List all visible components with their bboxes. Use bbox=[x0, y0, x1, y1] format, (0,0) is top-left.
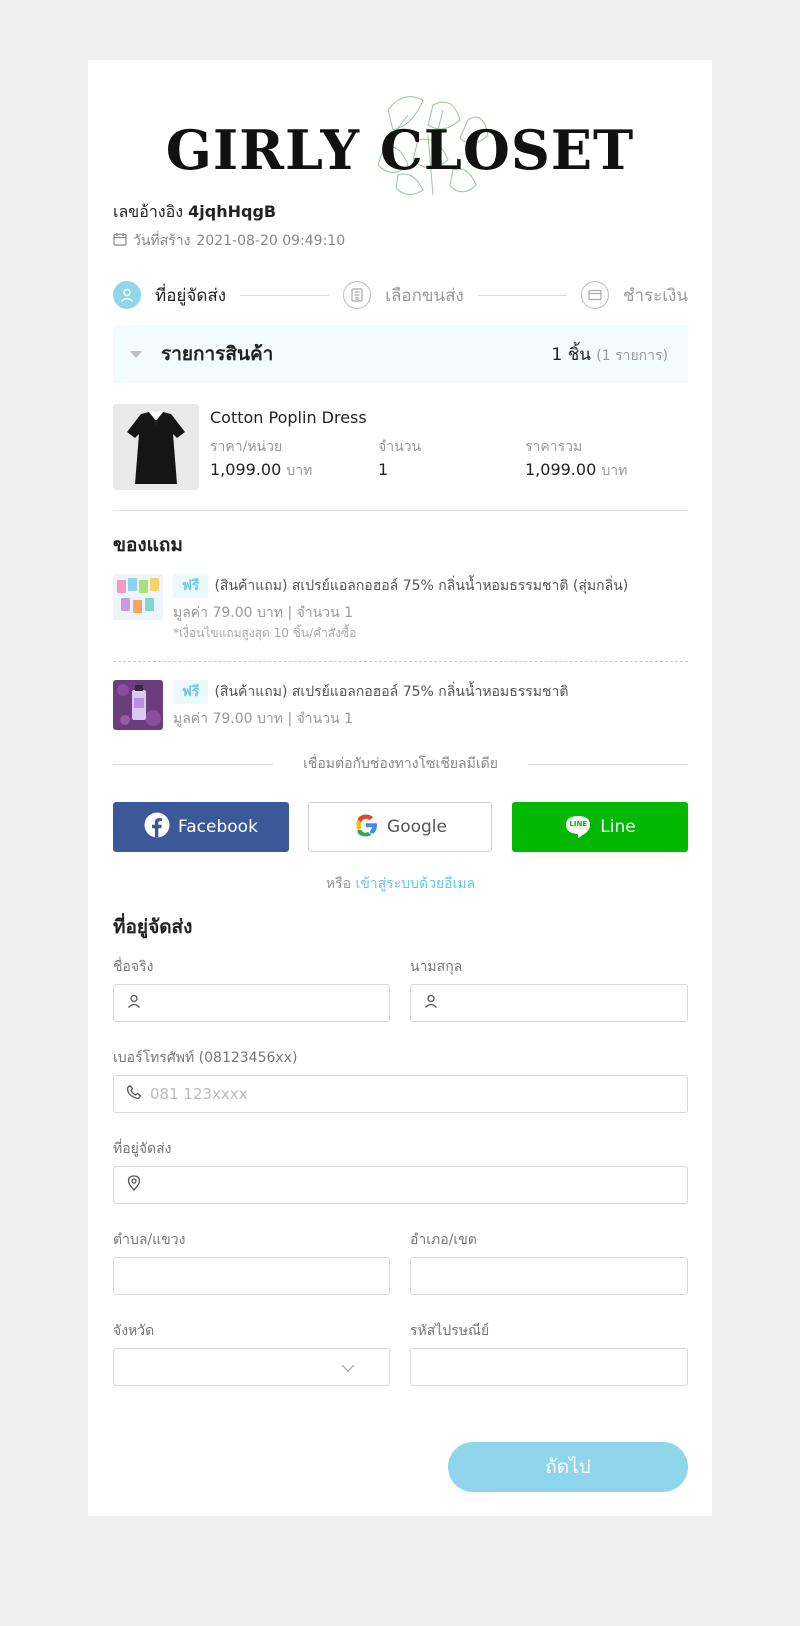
address-section-title: ที่อยู่จัดส่ง bbox=[113, 916, 193, 938]
unit-price: 1,099.00 บาท bbox=[210, 460, 312, 482]
google-label: Google bbox=[387, 817, 447, 837]
address-label: ที่อยู่จัดส่ง bbox=[113, 1141, 172, 1157]
phone-label: เบอร์โทรศัพท์ (08123456xx) bbox=[113, 1050, 298, 1066]
province-select[interactable] bbox=[113, 1348, 390, 1386]
product-image bbox=[113, 404, 199, 490]
postcode-field[interactable] bbox=[410, 1348, 688, 1386]
total-label: ราคารวม bbox=[525, 439, 583, 455]
subdistrict-field[interactable] bbox=[113, 1257, 390, 1295]
currency: บาท bbox=[286, 463, 313, 479]
total-value: 1,099.00 bbox=[525, 460, 597, 479]
summary-count: 1 ชิ้น (1 รายการ) bbox=[551, 341, 668, 368]
gift-item: ฟรี (สินค้าแถม) สเปรย์แอลกอฮอล์ 75% กลิ่น… bbox=[113, 680, 688, 740]
user-icon bbox=[126, 993, 142, 1013]
gift-name: ฟรี (สินค้าแถม) สเปรย์แอลกอฮอล์ 75% กลิ่น… bbox=[173, 574, 628, 598]
qty-label: จำนวน bbox=[378, 439, 422, 455]
gift-value: มูลค่า 79.00 บาท | จำนวน 1 bbox=[173, 605, 354, 621]
card-icon bbox=[580, 281, 609, 309]
step-label: ที่อยู่จัดส่ง bbox=[155, 285, 227, 306]
divider bbox=[527, 763, 689, 765]
created-date: วันที่สร้าง 2021-08-20 09:49:10 bbox=[113, 230, 688, 252]
caret-down-icon[interactable] bbox=[129, 345, 143, 364]
currency: บาท bbox=[601, 463, 628, 479]
phone-placeholder: 081 123xxxx bbox=[150, 1085, 248, 1103]
last-name-field[interactable] bbox=[410, 984, 688, 1022]
first-name-label: ชื่อจริง bbox=[113, 959, 154, 975]
chevron-down-icon bbox=[341, 1358, 355, 1377]
logo-text: GIRLY CLOSET bbox=[165, 118, 635, 182]
step-payment: ชำระเงิน bbox=[580, 281, 689, 309]
step-connector bbox=[240, 294, 330, 296]
shipping-doc-icon bbox=[343, 281, 372, 309]
step-shipping: เลือกขนส่ง bbox=[343, 281, 464, 309]
last-name-label: นามสกุล bbox=[410, 959, 463, 975]
google-icon bbox=[353, 812, 379, 843]
facebook-login-button[interactable]: Facebook bbox=[113, 802, 289, 852]
divider bbox=[113, 510, 688, 511]
line-label: Line bbox=[600, 817, 636, 837]
phone-field[interactable]: 081 123xxxx bbox=[113, 1075, 688, 1113]
district-label: อำเภอ/เขต bbox=[410, 1232, 477, 1248]
ref-value: 4jqhHqgB bbox=[188, 202, 277, 221]
gift-image bbox=[113, 574, 163, 620]
location-pin-icon bbox=[126, 1175, 142, 1195]
free-badge: ฟรี bbox=[173, 680, 209, 704]
step-label: ชำระเงิน bbox=[622, 285, 689, 306]
phone-icon bbox=[126, 1084, 142, 1104]
summary-title: รายการสินค้า bbox=[161, 343, 274, 365]
first-name-field[interactable] bbox=[113, 984, 390, 1022]
free-badge: ฟรี bbox=[173, 574, 209, 598]
calendar-icon bbox=[113, 232, 127, 250]
created-label: วันที่สร้าง bbox=[133, 233, 191, 249]
gift-note: *เงื่อนไขแถมสูงสุด 10 ชิ้น/คำสั่งซื้อ bbox=[173, 626, 357, 640]
product-name: Cotton Poplin Dress bbox=[210, 408, 367, 427]
step-address: ที่อยู่จัดส่ง bbox=[113, 281, 226, 309]
user-icon bbox=[113, 281, 141, 309]
next-button[interactable]: ถัดไป bbox=[448, 1442, 688, 1492]
district-field[interactable] bbox=[410, 1257, 688, 1295]
province-label: จังหวัด bbox=[113, 1323, 155, 1339]
step-connector bbox=[477, 294, 567, 296]
divider bbox=[113, 763, 274, 765]
item-count: 1 ชิ้น bbox=[551, 344, 591, 365]
social-title-text: เชื่อมต่อกับช่องทางโซเชียลมีเดีย bbox=[303, 756, 498, 772]
order-reference: เลขอ้างอิง 4jqhHqgB bbox=[113, 200, 688, 225]
unit-price-label: ราคา/หน่วย bbox=[210, 439, 283, 455]
ref-label: เลขอ้างอิง bbox=[113, 202, 184, 221]
line-icon: LINE bbox=[564, 814, 592, 840]
created-value: 2021-08-20 09:49:10 bbox=[196, 233, 346, 249]
or-text: หรือ bbox=[325, 876, 351, 892]
gift-name-text: (สินค้าแถม) สเปรย์แอลกอฮอล์ 75% กลิ่นน้ำ… bbox=[214, 684, 569, 700]
subdistrict-label: ตำบล/แขวง bbox=[113, 1232, 186, 1248]
gifts-title: ของแถม bbox=[113, 534, 183, 556]
product-row: Cotton Poplin Dress ราคา/หน่วย จำนวน ราค… bbox=[113, 404, 688, 494]
brand-logo: GIRLY CLOSET bbox=[88, 80, 712, 210]
email-login-link[interactable]: เข้าสู่ระบบด้วยอีเมล bbox=[355, 876, 475, 892]
order-summary-toggle[interactable]: รายการสินค้า 1 ชิ้น (1 รายการ) bbox=[113, 325, 688, 383]
line-login-button[interactable]: LINE Line bbox=[512, 802, 688, 852]
step-label: เลือกขนส่ง bbox=[385, 285, 464, 306]
facebook-icon bbox=[144, 812, 170, 843]
line-icon-text: LINE bbox=[569, 820, 588, 828]
gift-item: ฟรี (สินค้าแถม) สเปรย์แอลกอฮอล์ 75% กลิ่น… bbox=[113, 574, 688, 644]
gift-name-text: (สินค้าแถม) สเปรย์แอลกอฮอล์ 75% กลิ่นน้ำ… bbox=[214, 578, 629, 594]
social-login-title: เชื่อมต่อกับช่องทางโซเชียลมีเดีย bbox=[113, 752, 689, 776]
checkout-card: GIRLY CLOSET เลขอ้างอิง 4jqhHqgB วันที่ส… bbox=[88, 60, 712, 1516]
google-login-button[interactable]: Google bbox=[308, 802, 492, 852]
unit-price-value: 1,099.00 bbox=[210, 460, 282, 479]
gift-value: มูลค่า 79.00 บาท | จำนวน 1 bbox=[173, 711, 354, 727]
facebook-label: Facebook bbox=[178, 817, 258, 837]
qty-value: 1 bbox=[378, 460, 389, 479]
gift-image bbox=[113, 680, 163, 730]
dashed-divider bbox=[113, 661, 688, 662]
line-count: (1 รายการ) bbox=[596, 347, 668, 364]
checkout-steps: ที่อยู่จัดส่ง เลือกขนส่ง ชำระเงิน bbox=[113, 275, 688, 315]
address-field[interactable] bbox=[113, 1166, 688, 1204]
total-price: 1,099.00 บาท bbox=[525, 460, 627, 482]
gift-name: ฟรี (สินค้าแถม) สเปรย์แอลกอฮอล์ 75% กลิ่น… bbox=[173, 680, 568, 704]
user-icon bbox=[423, 993, 439, 1013]
postcode-label: รหัสไปรษณีย์ bbox=[410, 1323, 490, 1339]
email-login-row: หรือ เข้าสู่ระบบด้วยอีเมล bbox=[113, 873, 688, 895]
